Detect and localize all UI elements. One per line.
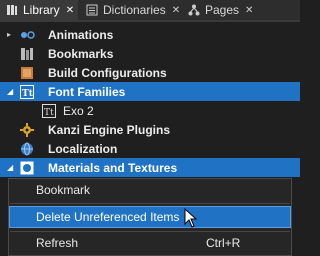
tree-item-label: Animations	[48, 27, 114, 42]
tree-item-kanzi-engine-plugins[interactable]: Kanzi Engine Plugins	[0, 120, 300, 139]
tree-item-label: Bookmarks	[48, 46, 114, 61]
svg-text:Tt: Tt	[22, 89, 34, 99]
materials-icon	[20, 161, 34, 175]
tree-item-bookmarks[interactable]: Bookmarks	[0, 44, 300, 63]
collapse-arrow-icon[interactable]: ◢	[7, 163, 13, 172]
tree-item-label: Build Configurations	[48, 65, 167, 80]
build-configurations-icon	[20, 66, 34, 80]
animations-icon	[20, 28, 35, 42]
menu-separator	[10, 231, 290, 232]
svg-text:Tt: Tt	[44, 108, 54, 118]
menu-item-shortcut: Ctrl+R	[206, 236, 241, 250]
tree-item-animations[interactable]: ▸ Animations	[0, 25, 300, 44]
tree-item-label: Kanzi Engine Plugins	[48, 122, 171, 137]
menu-item-label: Delete Unreferenced Items	[36, 210, 180, 224]
tab-dictionaries-label: Dictionaries	[103, 3, 166, 17]
tree-item-materials-and-textures[interactable]: ◢ Materials and Textures	[0, 158, 300, 177]
localization-icon	[20, 142, 34, 156]
menu-separator	[10, 203, 290, 204]
tree-item-label: Materials and Textures	[48, 160, 178, 175]
bookmarks-icon	[20, 47, 34, 61]
close-icon[interactable]: ✕	[66, 5, 74, 16]
close-icon[interactable]: ✕	[172, 5, 180, 16]
collapse-arrow-icon[interactable]: ◢	[7, 87, 13, 96]
menu-item-bookmark[interactable]: Bookmark	[10, 180, 290, 200]
context-menu: Bookmark Delete Unreferenced Items Refre…	[8, 178, 292, 256]
tab-library-label: Library	[23, 3, 60, 17]
library-icon	[6, 4, 18, 16]
menu-item-label: Refresh	[36, 236, 79, 250]
tab-pages-label: Pages	[205, 3, 240, 17]
tree-item-font-families[interactable]: ◢ Tt Font Families	[0, 82, 300, 101]
tree-item-build-configurations[interactable]: Build Configurations	[0, 63, 300, 82]
font-icon: Tt	[42, 103, 56, 118]
plugins-icon	[20, 122, 34, 137]
tab-dictionaries[interactable]: Dictionaries ✕	[86, 0, 180, 20]
tree-item-localization[interactable]: Localization	[0, 139, 300, 158]
menu-item-label: Bookmark	[36, 183, 91, 197]
pages-icon	[188, 4, 200, 16]
menu-item-delete-unreferenced-items[interactable]: Delete Unreferenced Items	[9, 206, 291, 228]
tree-item-label: Localization	[48, 141, 118, 156]
tab-library[interactable]: Library ✕	[0, 0, 78, 20]
close-icon[interactable]: ✕	[245, 5, 253, 16]
tree-item-label: Font Families	[48, 84, 126, 99]
font-families-icon: Tt	[20, 84, 34, 99]
tree-item-label: Exo 2	[63, 103, 94, 118]
mouse-pointer-icon	[184, 207, 198, 228]
dictionaries-icon	[86, 4, 98, 16]
tab-bar: Library ✕ Dictionaries ✕ Pages ✕	[0, 0, 300, 22]
expand-arrow-icon[interactable]: ▸	[7, 30, 11, 39]
menu-item-refresh[interactable]: Refresh Ctrl+R	[10, 233, 290, 253]
tree-item-exo-2[interactable]: Tt Exo 2	[0, 101, 300, 120]
tab-pages[interactable]: Pages ✕	[188, 0, 253, 20]
